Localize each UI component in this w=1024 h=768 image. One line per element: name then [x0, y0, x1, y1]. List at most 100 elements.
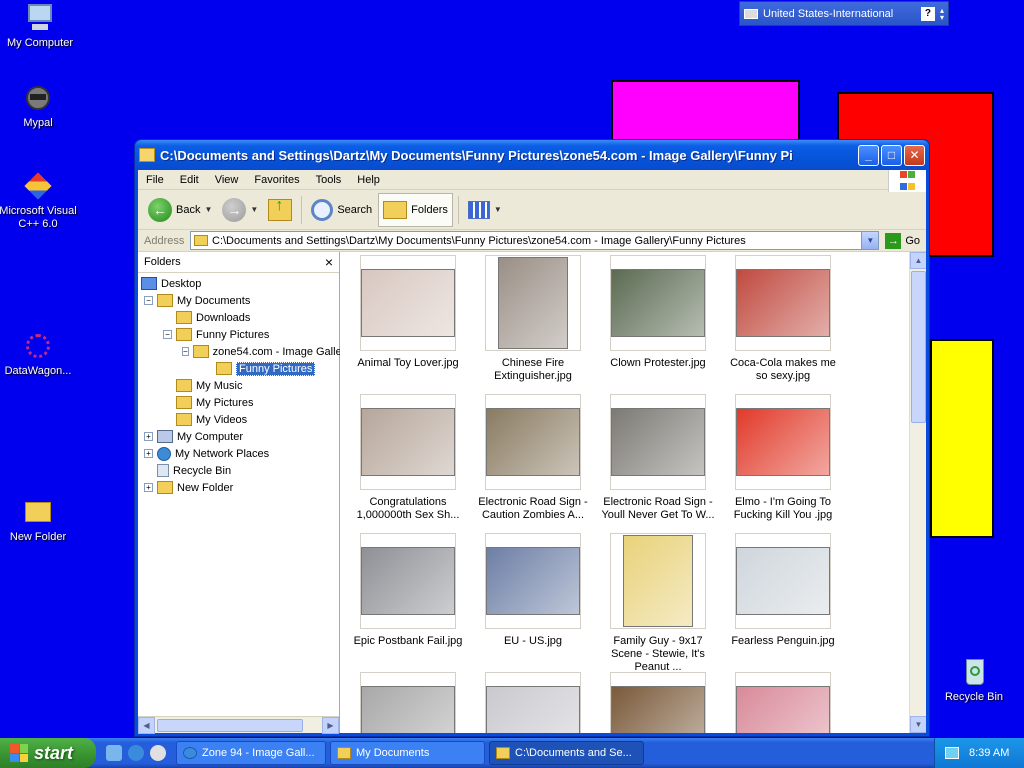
file-name: Electronic Road Sign - Youll Never Get T… [601, 496, 715, 521]
close-button[interactable]: ✕ [904, 144, 925, 166]
file-thumbnail[interactable]: Chinese Fire Extinguisher.jpg [473, 255, 593, 383]
tree-item-my-documents[interactable]: − My Documents [138, 292, 339, 309]
file-thumbnail[interactable]: EU - US.jpg [473, 533, 593, 648]
file-thumbnail[interactable]: Epic Postbank Fail.jpg [348, 533, 468, 648]
dropdown-arrow-icon[interactable]: ▼ [494, 205, 502, 214]
task-label: My Documents [356, 747, 430, 759]
tree-item-new-folder[interactable]: + New Folder [138, 479, 339, 496]
tree-item-zone54[interactable]: − zone54.com - Image Gallery [138, 343, 351, 360]
up-button[interactable] [264, 193, 296, 227]
scrollbar-thumb[interactable] [157, 718, 303, 732]
menu-help[interactable]: Help [349, 174, 388, 186]
file-thumbnail[interactable] [598, 672, 718, 733]
window-titlebar[interactable]: C:\Documents and Settings\Dartz\My Docum… [135, 140, 929, 170]
desktop-icon-recycle-bin[interactable]: Recycle Bin [934, 656, 1014, 704]
desktop-icon-label: New Folder [9, 531, 67, 543]
tree-item-label: My Computer [177, 430, 244, 443]
tree-item-my-network-places[interactable]: + My Network Places [138, 445, 339, 462]
desktop-icon-mypal[interactable]: Mypal [0, 82, 78, 130]
collapse-icon[interactable]: − [163, 330, 172, 339]
maximize-button[interactable]: □ [881, 144, 902, 166]
chevron-down-icon[interactable]: ▼ [861, 232, 879, 249]
menu-tools[interactable]: Tools [308, 174, 350, 186]
internet-explorer-icon[interactable] [128, 745, 144, 761]
folders-button[interactable]: Folders [378, 192, 453, 227]
file-thumbnail[interactable]: Coca-Cola makes me so sexy.jpg [723, 255, 843, 383]
folders-pane-header: Folders × [138, 252, 339, 273]
menu-favorites[interactable]: Favorites [246, 174, 307, 186]
show-desktop-icon[interactable] [106, 745, 122, 761]
address-input[interactable]: C:\Documents and Settings\Dartz\My Docum… [190, 231, 880, 250]
scroll-up-icon[interactable]: ▲ [910, 252, 926, 269]
scrollbar-thumb[interactable] [910, 271, 926, 423]
tree-item-recycle-bin[interactable]: Recycle Bin [138, 462, 339, 479]
desktop-icon-datawagon[interactable]: DataWagon... [0, 330, 78, 378]
options-arrow-icon[interactable]: ▴ ▾ [940, 6, 944, 21]
tree-item-funny-pictures-selected[interactable]: Funny Pictures [138, 360, 339, 377]
go-button[interactable]: → Go [879, 232, 926, 249]
thumbnail-image [486, 686, 580, 733]
folder-up-icon [268, 197, 293, 221]
tree-item-my-pictures[interactable]: My Pictures [138, 394, 339, 411]
file-thumbnail[interactable]: Fearless Penguin.jpg [723, 533, 843, 648]
expand-icon[interactable]: + [144, 483, 153, 492]
back-button[interactable]: ← Back ▼ [144, 193, 216, 227]
forward-arrow-icon: → [222, 197, 247, 222]
file-thumbnail[interactable]: Clown Protester.jpg [598, 255, 718, 370]
scroll-down-icon[interactable]: ▼ [910, 716, 926, 733]
desktop-icon-new-folder[interactable]: New Folder [0, 496, 78, 544]
language-bar[interactable]: United States-International ? ▴ ▾ [739, 1, 949, 26]
tree-item-desktop[interactable]: Desktop [138, 275, 339, 292]
horizontal-scrollbar[interactable]: ◀ ▶ [138, 716, 339, 734]
file-thumbnail[interactable]: Elmo - I'm Going To Fucking Kill You .jp… [723, 394, 843, 522]
expand-icon[interactable]: + [144, 432, 153, 441]
file-thumbnail[interactable]: Animal Toy Lover.jpg [348, 255, 468, 370]
tree-item-my-music[interactable]: My Music [138, 377, 339, 394]
collapse-icon[interactable]: − [144, 296, 153, 305]
file-thumbnail[interactable]: Congratulations 1,000000th Sex Sh... [348, 394, 468, 522]
taskbar-item-zone94[interactable]: Zone 94 - Image Gall... [176, 741, 326, 765]
search-button[interactable]: Search [307, 193, 376, 227]
dropdown-arrow-icon[interactable]: ▼ [250, 205, 258, 214]
file-name: Clown Protester.jpg [610, 357, 706, 369]
file-thumbnail[interactable]: Electronic Road Sign - Youll Never Get T… [598, 394, 718, 522]
tree-item-my-computer[interactable]: + My Computer [138, 428, 339, 445]
search-icon [311, 198, 334, 221]
file-thumbnail[interactable]: Family Guy - 9x17 Scene - Stewie, It's P… [598, 533, 718, 674]
network-status-icon[interactable] [945, 747, 959, 759]
media-player-icon[interactable] [150, 745, 166, 761]
collapse-icon[interactable]: − [182, 347, 189, 356]
clock[interactable]: 8:39 AM [969, 747, 1009, 759]
taskbar-item-explorer[interactable]: C:\Documents and Se... [489, 741, 644, 765]
dropdown-arrow-icon[interactable]: ▼ [204, 205, 212, 214]
scroll-right-icon[interactable]: ▶ [322, 716, 339, 734]
expand-icon[interactable]: + [144, 449, 153, 458]
file-thumbnail[interactable] [723, 672, 843, 733]
tree-item-downloads[interactable]: Downloads [138, 309, 339, 326]
explorer-window: C:\Documents and Settings\Dartz\My Docum… [134, 139, 930, 737]
views-button[interactable]: ▼ [464, 193, 506, 227]
help-icon[interactable]: ? [920, 6, 935, 21]
close-icon[interactable]: × [325, 254, 333, 270]
taskbar-item-my-documents[interactable]: My Documents [330, 741, 485, 765]
forward-button[interactable]: → ▼ [218, 193, 262, 227]
tree-item-funny-pictures[interactable]: − Funny Pictures [138, 326, 339, 343]
thumbnail-frame [610, 255, 706, 351]
file-thumbnail[interactable]: Electronic Road Sign - Caution Zombies A… [473, 394, 593, 522]
desktop-icon-my-computer[interactable]: My Computer [0, 2, 80, 50]
minimize-button[interactable]: _ [858, 144, 879, 166]
start-button[interactable]: start [0, 738, 96, 768]
folder-icon [139, 148, 155, 162]
file-thumbnail[interactable] [348, 672, 468, 733]
vertical-scrollbar[interactable]: ▲ ▼ [909, 252, 926, 733]
file-name: Epic Postbank Fail.jpg [353, 635, 463, 647]
thumbnail-frame [610, 394, 706, 490]
menu-edit[interactable]: Edit [172, 174, 207, 186]
file-thumbnail[interactable] [473, 672, 593, 733]
menu-view[interactable]: View [207, 174, 247, 186]
menu-file[interactable]: File [138, 174, 172, 186]
desktop-icon [141, 277, 157, 290]
tree-item-my-videos[interactable]: My Videos [138, 411, 339, 428]
desktop-icon-visual-cpp[interactable]: Microsoft Visual C++ 6.0 [0, 170, 78, 231]
scroll-left-icon[interactable]: ◀ [138, 716, 155, 734]
